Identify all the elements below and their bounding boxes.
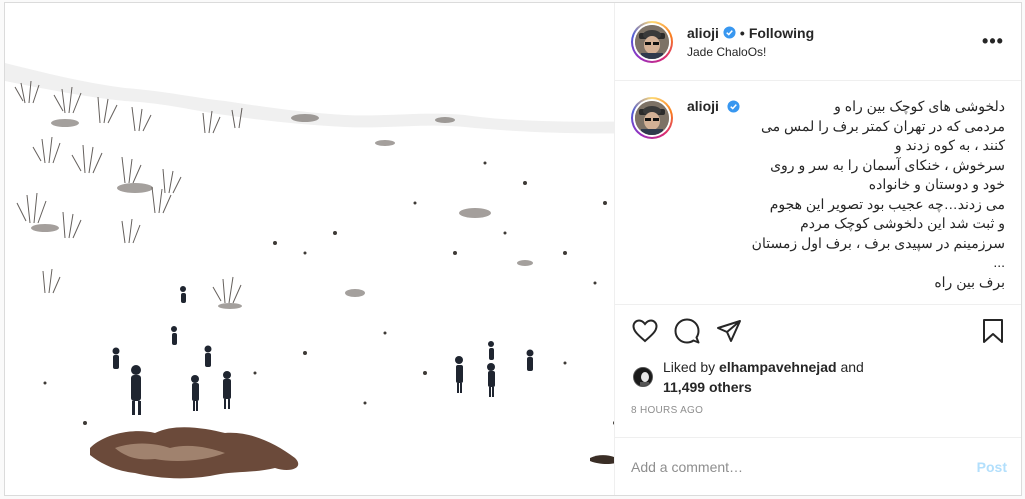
comment-input[interactable] <box>631 458 977 475</box>
caption-line: کنند ، به کوه زدند و <box>894 137 1005 153</box>
paper-plane-icon <box>717 320 741 342</box>
caption-line: برف بین راه <box>934 273 1005 290</box>
profile-photo-icon <box>635 101 669 135</box>
avatar <box>635 101 669 135</box>
post-header: alioji • Following Jade ChaloOs! ••• <box>615 3 1021 81</box>
profile-photo-icon <box>635 24 669 59</box>
caption-line: مردمی که در تهران کمتر برف را لمس می <box>760 117 1005 134</box>
instagram-post: alioji • Following Jade ChaloOs! ••• ali… <box>4 2 1022 496</box>
caption-story-ring[interactable] <box>631 97 673 139</box>
username-link[interactable]: alioji <box>687 25 719 41</box>
comment-bubble-icon <box>674 318 700 344</box>
caption-line: سرزمینم در سپیدی برف ، برف اول زمستان <box>751 234 1005 251</box>
liker-photo-icon <box>634 368 652 386</box>
caption-line: و ثبت شد این دلخوشی کوچک مردم <box>800 215 1005 231</box>
post-photo[interactable] <box>5 3 615 495</box>
separator-dot: • <box>739 24 745 41</box>
following-button[interactable]: Following <box>749 25 814 41</box>
comments-section: alioji دلخوشی های کوچک بین راه و مردمی ک… <box>615 81 1021 305</box>
likes-row: Liked by elhampavehnejad and 11,499 othe… <box>615 357 1021 397</box>
liker-avatar[interactable] <box>633 367 653 387</box>
liked-by-user-link[interactable]: elhampavehnejad <box>719 359 837 375</box>
add-comment-bar: Post <box>615 437 1021 495</box>
likes-others-link[interactable]: 11,499 others <box>663 379 752 395</box>
comment-button[interactable] <box>673 317 701 345</box>
caption: alioji دلخوشی های کوچک بین راه و مردمی ک… <box>687 97 1005 304</box>
verified-badge-icon <box>727 100 740 113</box>
likes-summary: Liked by elhampavehnejad and 11,499 othe… <box>663 359 864 395</box>
caption-line: ... <box>993 254 1005 270</box>
post-side-panel: alioji • Following Jade ChaloOs! ••• ali… <box>615 3 1021 495</box>
snowy-mountain-photo <box>5 3 614 495</box>
caption-line: می زدند…چه عجیب بود تصویر این هجوم <box>769 195 1005 212</box>
timestamp[interactable]: 8 HOURS AGO <box>615 397 1021 425</box>
caption-username-link[interactable]: alioji <box>687 97 719 117</box>
share-button[interactable] <box>715 317 743 345</box>
location-link[interactable]: Jade ChaloOs! <box>687 45 979 59</box>
bookmark-icon <box>983 319 1003 343</box>
heart-icon <box>632 319 658 343</box>
story-ring[interactable] <box>631 20 673 63</box>
action-bar <box>615 305 1021 357</box>
like-button[interactable] <box>631 317 659 345</box>
more-options-icon[interactable]: ••• <box>979 28 1007 56</box>
caption-line: خود و دوستان و خانواده <box>868 176 1005 192</box>
caption-line: سرخوش ، خنکای آسمان را به سر و روی <box>770 156 1005 173</box>
avatar <box>635 24 669 59</box>
caption-line: دلخوشی های کوچک بین راه و <box>834 98 1005 114</box>
verified-badge-icon <box>723 26 736 39</box>
save-button[interactable] <box>979 317 1007 345</box>
post-comment-button[interactable]: Post <box>977 459 1007 475</box>
